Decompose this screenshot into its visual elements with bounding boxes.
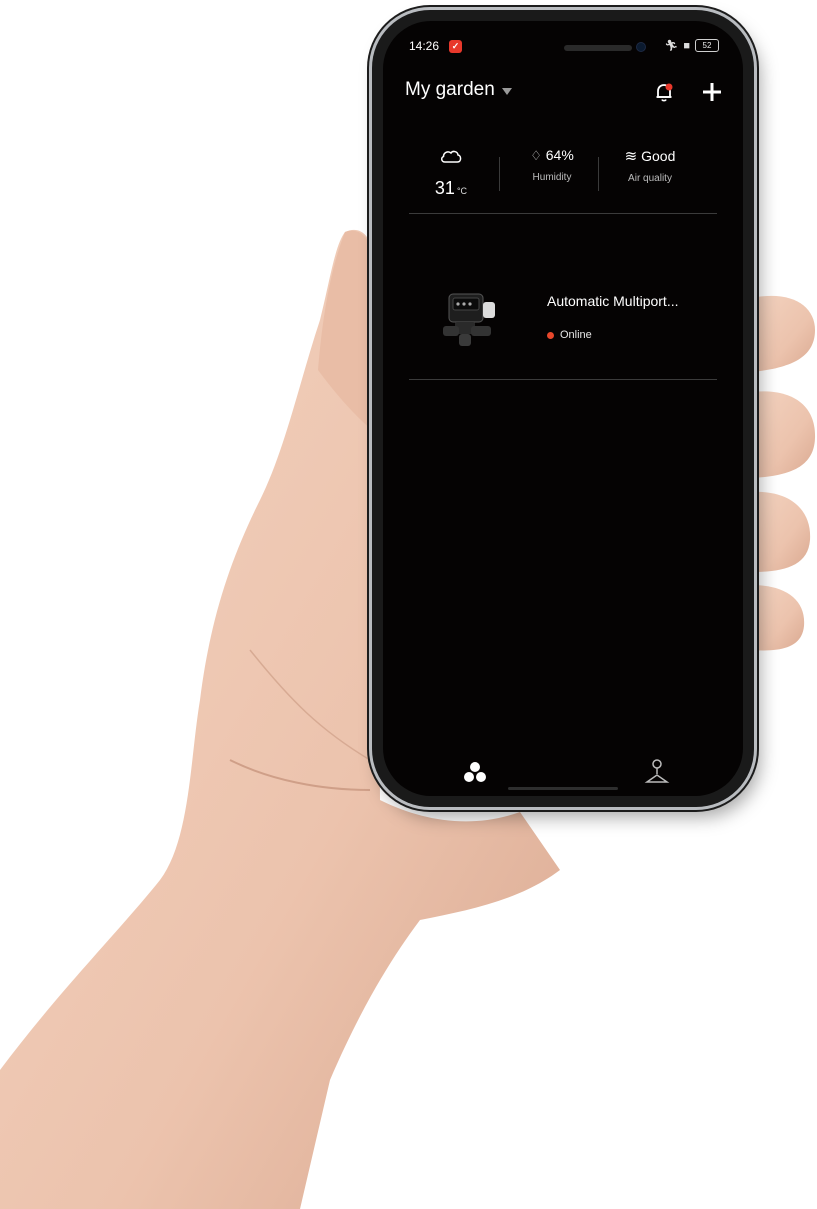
status-time: 14:26 <box>409 39 440 53</box>
valve-device-image <box>443 293 495 346</box>
bottom-tab-bar <box>383 742 743 796</box>
page-title: My garden <box>405 79 495 100</box>
section-divider <box>409 213 717 214</box>
device-card[interactable]: Automatic Multiport... Online <box>409 235 717 400</box>
speaker-notch <box>564 45 632 51</box>
status-icons: 🏃︎ ■ 52 <box>664 39 719 52</box>
humidity-value: 64% <box>545 147 574 163</box>
home-indicator <box>508 787 618 790</box>
weather-divider <box>499 157 500 191</box>
device-status: Online <box>547 329 592 341</box>
running-icon: 🏃︎ <box>664 40 679 52</box>
air-quality-block: ≋ Good Air quality <box>609 147 691 184</box>
droplet-icon: ♢ <box>530 148 542 163</box>
garden-selector[interactable]: My garden <box>405 79 512 101</box>
battery-icon: 52 <box>695 39 719 52</box>
status-bar: 14:26 ✓ 🏃︎ ■ 52 <box>409 39 719 59</box>
section-divider <box>409 379 717 380</box>
cloud-icon <box>440 150 462 163</box>
app-notification-icon: ✓ <box>449 40 462 53</box>
temperature-block: 31 °C <box>423 147 479 199</box>
front-camera <box>637 43 645 51</box>
air-quality-value: Good <box>641 148 676 164</box>
phone-frame: 14:26 ✓ 🏃︎ ■ 52 My garden 31 °C ♢ 64% Hu… <box>372 10 754 807</box>
weather-summary: 31 °C ♢ 64% Humidity ≋ Good Air quality <box>383 147 743 217</box>
sim-icon: ■ <box>683 39 690 52</box>
temperature-value: 31 <box>434 178 455 198</box>
devices-icon <box>464 762 486 782</box>
air-quality-label: Air quality <box>628 173 672 184</box>
caret-down-icon <box>501 87 512 95</box>
phone-screen: 14:26 ✓ 🏃︎ ■ 52 My garden 31 °C ♢ 64% Hu… <box>383 21 743 796</box>
temperature-unit: °C <box>456 186 468 196</box>
weather-divider <box>598 157 599 191</box>
app-header: My garden <box>405 79 725 107</box>
tab-home[interactable] <box>461 760 489 786</box>
status-dot-icon <box>547 331 554 339</box>
notifications-button[interactable] <box>651 79 677 105</box>
device-status-label: Online <box>560 329 592 341</box>
wind-icon: ≋ <box>624 148 638 165</box>
profile-icon <box>644 759 670 783</box>
bell-icon <box>656 83 673 102</box>
humidity-label: Humidity <box>532 172 572 183</box>
tab-profile[interactable] <box>643 756 671 786</box>
humidity-block: ♢ 64% Humidity <box>515 147 589 183</box>
plus-icon <box>703 83 721 101</box>
add-device-button[interactable] <box>699 79 725 105</box>
device-name: Automatic Multiport... <box>547 293 679 309</box>
